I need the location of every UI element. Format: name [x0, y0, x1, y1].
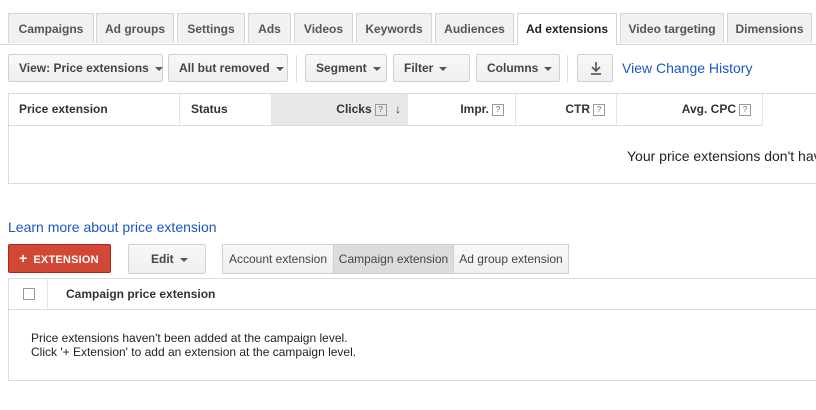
column-header-impr[interactable]: Impr.? [408, 94, 516, 126]
column-header-label: CTR [565, 102, 590, 116]
toolbar-divider [567, 55, 568, 83]
tab-ad-groups[interactable]: Ad groups [96, 13, 174, 43]
column-header-price-extension[interactable]: Price extension [9, 94, 180, 126]
tab-video-targeting[interactable]: Video targeting [620, 13, 724, 43]
ad-group-extension-tab[interactable]: Ad group extension [453, 244, 569, 274]
tab-bar: Campaigns Ad groups Settings Ads Videos … [0, 0, 816, 45]
filter-label: Filter [404, 61, 434, 75]
edit-label: Edit [151, 252, 174, 266]
chevron-down-icon [154, 66, 163, 71]
tab-campaigns[interactable]: Campaigns [8, 13, 94, 43]
tab-settings[interactable]: Settings [177, 13, 245, 43]
tab-ads[interactable]: Ads [248, 13, 291, 43]
column-header-clicks[interactable]: Clicks? ↓ [272, 94, 408, 126]
empty-campaign-message: Price extensions haven't been added at t… [31, 331, 356, 359]
toolbar-divider [296, 55, 297, 83]
select-all-checkbox[interactable] [23, 288, 35, 300]
help-icon[interactable]: ? [492, 103, 504, 116]
column-header-label: Clicks [336, 102, 372, 116]
empty-message-line: Price extensions haven't been added at t… [31, 331, 348, 345]
table-header-row: Campaign price extension [9, 279, 816, 310]
column-header-label: Price extension [19, 102, 108, 116]
edit-dropdown[interactable]: Edit [128, 244, 206, 274]
column-header-label: Avg. CPC [681, 102, 736, 116]
columns-dropdown[interactable]: Columns [476, 54, 560, 82]
chevron-down-icon [275, 66, 284, 71]
account-extension-tab[interactable]: Account extension [222, 244, 334, 274]
tab-dimensions[interactable]: Dimensions [727, 13, 812, 43]
segment-dropdown[interactable]: Segment [305, 54, 387, 82]
view-change-history-link[interactable]: View Change History [622, 60, 752, 76]
help-icon[interactable]: ? [593, 103, 605, 116]
chevron-down-icon [544, 66, 553, 71]
column-header-label: Status [191, 102, 228, 116]
chevron-down-icon [439, 66, 448, 71]
status-filter-label: All but removed [179, 61, 270, 75]
column-header-avg-cpc[interactable]: Avg. CPC? [617, 94, 763, 126]
filter-dropdown[interactable]: Filter [393, 54, 470, 82]
add-extension-label: EXTENSION [33, 254, 99, 266]
view-dropdown[interactable]: View: Price extensions [8, 54, 163, 82]
chevron-down-icon [179, 257, 188, 262]
columns-label: Columns [487, 61, 539, 75]
plus-icon: + [19, 250, 28, 266]
tab-keywords[interactable]: Keywords [356, 13, 432, 43]
column-header-ctr[interactable]: CTR? [516, 94, 617, 126]
empty-table-message: Your price extensions don't have [627, 148, 816, 164]
segment-label: Segment [316, 61, 367, 75]
status-filter-dropdown[interactable]: All but removed [168, 54, 288, 82]
column-divider [47, 279, 48, 309]
price-extension-table: Price extension Status Clicks? ↓ Impr.? … [8, 93, 816, 184]
help-icon[interactable]: ? [739, 103, 751, 116]
column-header-campaign-price-extension[interactable]: Campaign price extension [66, 279, 215, 309]
tab-audiences[interactable]: Audiences [435, 13, 514, 43]
download-icon [591, 62, 601, 75]
column-header-label: Impr. [460, 102, 489, 116]
empty-message-line: Click '+ Extension' to add an extension … [31, 345, 357, 359]
help-icon[interactable]: ? [374, 103, 387, 116]
view-dropdown-label: View: Price extensions [19, 61, 149, 75]
tab-videos[interactable]: Videos [294, 13, 353, 43]
campaign-price-extension-table: Campaign price extension Price extension… [8, 278, 816, 381]
chevron-down-icon [372, 66, 381, 71]
add-extension-button[interactable]: + EXTENSION [8, 244, 111, 273]
campaign-extension-tab[interactable]: Campaign extension [333, 244, 454, 274]
sort-arrow-icon: ↓ [395, 102, 401, 116]
tab-ad-extensions[interactable]: Ad extensions [517, 13, 617, 45]
learn-more-link[interactable]: Learn more about price extension [8, 219, 217, 235]
column-header-status[interactable]: Status [180, 94, 272, 126]
download-button[interactable] [577, 54, 613, 82]
